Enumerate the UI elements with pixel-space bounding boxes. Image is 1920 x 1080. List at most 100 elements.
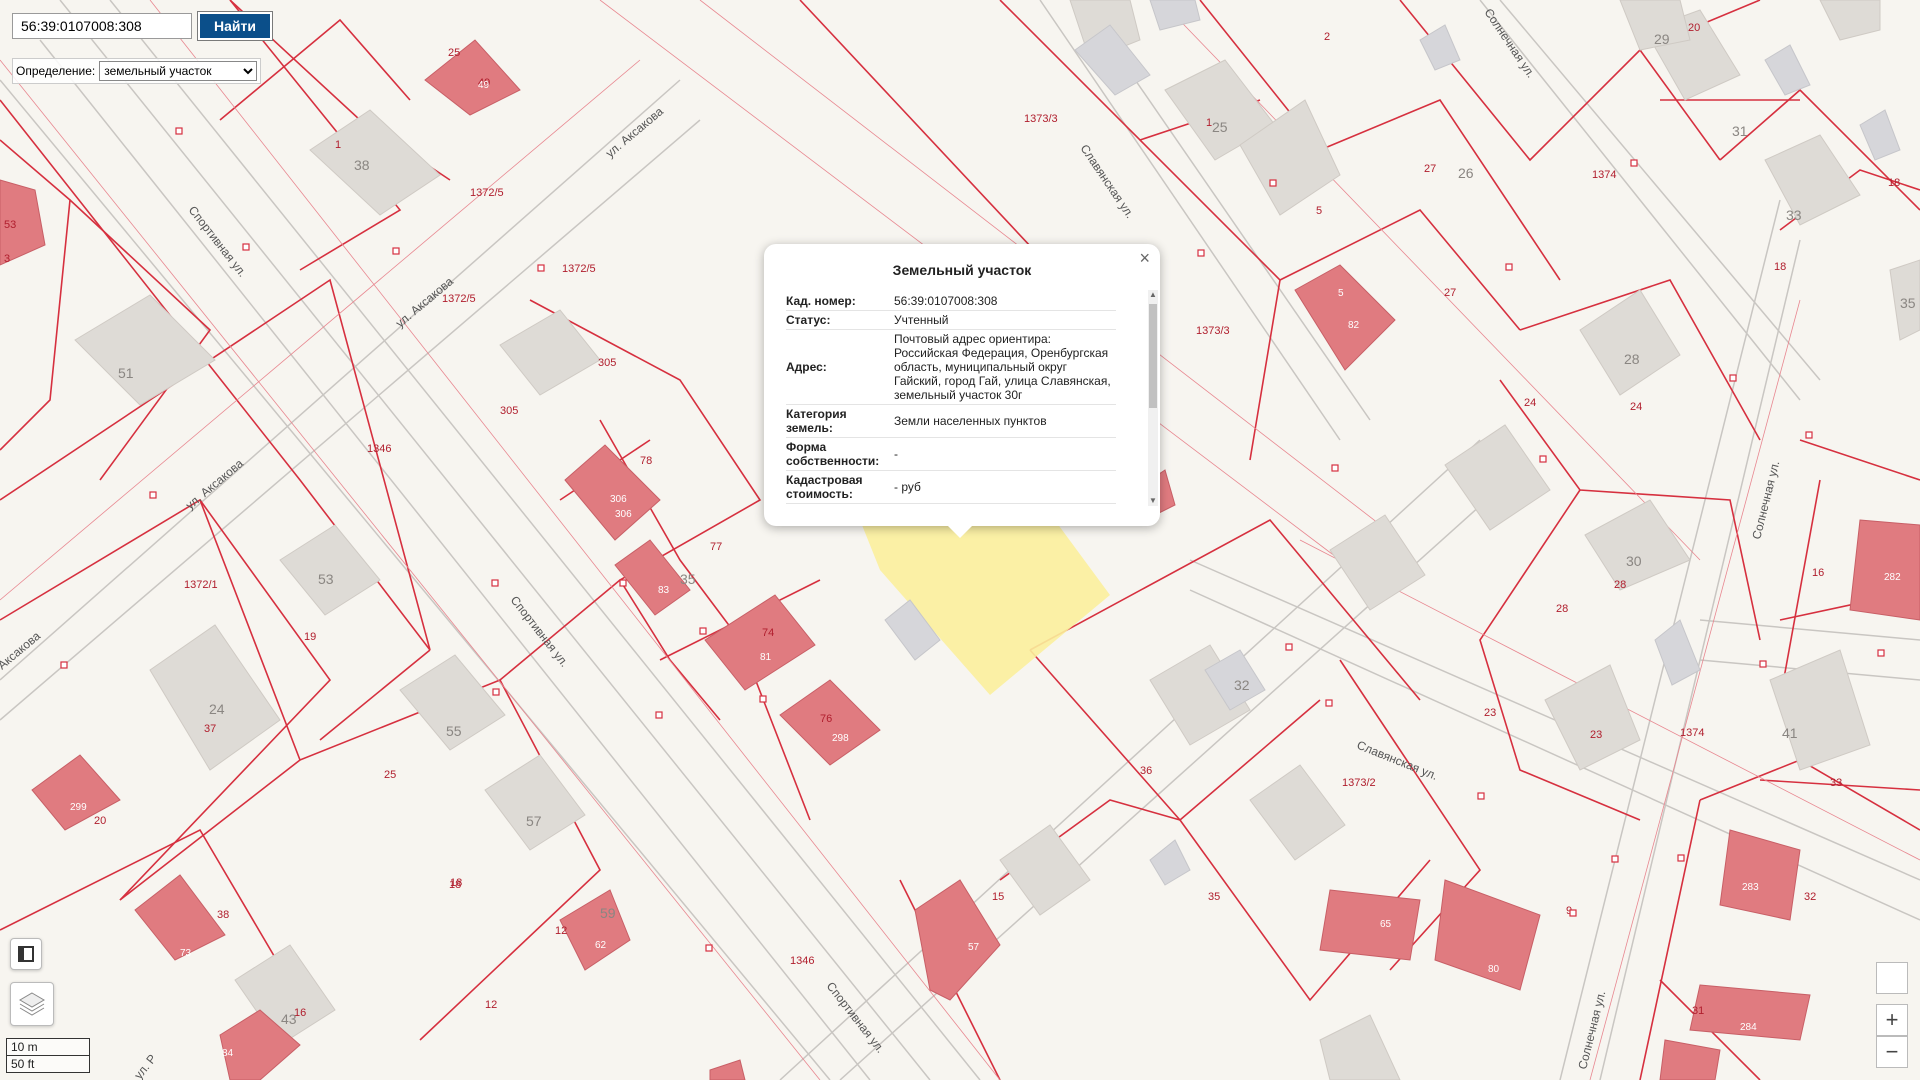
table-row: Кадастровая стоимость: - руб <box>786 470 1116 504</box>
svg-text:24: 24 <box>209 701 225 717</box>
svg-text:18: 18 <box>1774 261 1786 273</box>
popup-scrollbar[interactable]: ▲ ▼ <box>1148 290 1158 506</box>
svg-text:1372/5: 1372/5 <box>442 293 476 305</box>
svg-text:25: 25 <box>448 47 460 59</box>
row-key: Кадастровая стоимость: <box>786 470 890 504</box>
svg-text:12: 12 <box>485 999 497 1011</box>
svg-text:25: 25 <box>384 769 396 781</box>
svg-text:37: 37 <box>204 723 216 735</box>
svg-text:299: 299 <box>70 802 87 813</box>
svg-text:41: 41 <box>1782 725 1798 741</box>
svg-text:305: 305 <box>500 405 518 417</box>
svg-text:1373/3: 1373/3 <box>1196 325 1230 337</box>
svg-text:73: 73 <box>180 948 192 959</box>
svg-text:28: 28 <box>1624 351 1640 367</box>
svg-text:32: 32 <box>1234 677 1250 693</box>
svg-text:82: 82 <box>1348 320 1360 331</box>
zoom-out-button[interactable]: − <box>1876 1036 1908 1068</box>
svg-text:306: 306 <box>610 494 627 505</box>
svg-text:23: 23 <box>1590 729 1602 741</box>
svg-text:38: 38 <box>354 157 370 173</box>
svg-text:38: 38 <box>217 909 229 921</box>
svg-text:53: 53 <box>4 219 16 231</box>
scale-imperial: 50 ft <box>6 1056 90 1073</box>
search-toolbar: Найти <box>12 12 272 40</box>
row-value: 56:39:0107008:308 <box>890 292 1116 311</box>
svg-text:305: 305 <box>598 357 616 369</box>
row-key: Форма собственности: <box>786 437 890 471</box>
svg-text:36: 36 <box>1140 765 1152 777</box>
parcel-info-table: Кад. номер: 56:39:0107008:308 Статус: Уч… <box>786 292 1116 506</box>
svg-text:284: 284 <box>1740 1022 1757 1033</box>
svg-text:26: 26 <box>1458 165 1474 181</box>
svg-text:51: 51 <box>118 365 134 381</box>
svg-text:49: 49 <box>478 80 490 91</box>
svg-text:84: 84 <box>222 1048 234 1059</box>
svg-text:25: 25 <box>1212 119 1228 135</box>
search-input[interactable] <box>12 13 192 39</box>
row-value <box>890 503 1116 506</box>
legend-icon <box>18 946 34 962</box>
scroll-thumb[interactable] <box>1149 304 1157 408</box>
svg-text:1: 1 <box>335 139 341 151</box>
svg-text:1373/3: 1373/3 <box>1024 113 1058 125</box>
svg-text:18: 18 <box>450 877 462 889</box>
svg-text:57: 57 <box>526 813 542 829</box>
definition-select[interactable]: земельный участок <box>99 61 258 81</box>
table-row: Адрес: Почтовый адрес ориентира: Российс… <box>786 329 1116 405</box>
svg-text:23: 23 <box>1484 707 1496 719</box>
svg-text:35: 35 <box>1900 295 1916 311</box>
svg-text:16: 16 <box>1812 567 1824 579</box>
svg-text:35: 35 <box>680 571 696 587</box>
svg-text:1372/5: 1372/5 <box>470 187 504 199</box>
table-row: Форма собственности: - <box>786 437 1116 471</box>
svg-text:33: 33 <box>1786 207 1802 223</box>
row-key: Уточненная <box>786 503 890 506</box>
svg-text:78: 78 <box>640 455 652 467</box>
svg-text:59: 59 <box>600 905 616 921</box>
cadastral-map[interactable]: 25491 5331372/5 1372/51372/51372/1 13461… <box>0 0 1920 1080</box>
legend-button[interactable] <box>10 938 42 970</box>
svg-text:306: 306 <box>615 509 632 520</box>
svg-text:5: 5 <box>1338 288 1344 299</box>
layers-button[interactable] <box>10 982 54 1026</box>
svg-text:80: 80 <box>1488 964 1500 975</box>
svg-text:30: 30 <box>1626 553 1642 569</box>
svg-text:27: 27 <box>1444 287 1456 299</box>
scroll-up-icon[interactable]: ▲ <box>1148 290 1158 300</box>
svg-text:24: 24 <box>1524 397 1536 409</box>
svg-text:1372/5: 1372/5 <box>562 263 596 275</box>
table-row: Категория земель: Земли населенных пункт… <box>786 404 1116 438</box>
svg-text:2: 2 <box>1324 31 1330 43</box>
find-button[interactable]: Найти <box>198 12 272 40</box>
svg-text:62: 62 <box>595 940 607 951</box>
row-key: Категория земель: <box>786 404 890 438</box>
table-row: Статус: Учтенный <box>786 310 1116 330</box>
row-value: - руб <box>890 470 1116 504</box>
fullscreen-button[interactable] <box>1876 962 1908 994</box>
scale-bar: 10 m 50 ft <box>6 1038 90 1073</box>
close-icon[interactable]: × <box>1139 248 1150 269</box>
svg-text:18: 18 <box>1888 177 1900 189</box>
svg-text:27: 27 <box>1424 163 1436 175</box>
scroll-down-icon[interactable]: ▼ <box>1148 496 1158 506</box>
svg-text:1346: 1346 <box>790 955 814 967</box>
layers-icon <box>19 992 45 1016</box>
svg-text:28: 28 <box>1556 603 1568 615</box>
svg-text:32: 32 <box>1804 891 1816 903</box>
svg-text:31: 31 <box>1692 1005 1704 1017</box>
svg-text:31: 31 <box>1732 123 1748 139</box>
svg-text:57: 57 <box>968 942 980 953</box>
svg-text:20: 20 <box>94 815 106 827</box>
svg-text:1374: 1374 <box>1592 169 1616 181</box>
svg-text:77: 77 <box>710 541 722 553</box>
definition-label: Определение: <box>16 64 96 78</box>
svg-text:1374: 1374 <box>1680 727 1704 739</box>
zoom-in-button[interactable]: + <box>1876 1004 1908 1036</box>
row-key: Статус: <box>786 310 890 330</box>
svg-text:74: 74 <box>762 627 774 639</box>
svg-text:282: 282 <box>1884 572 1901 583</box>
svg-text:43: 43 <box>281 1011 297 1027</box>
row-key: Кад. номер: <box>786 292 890 311</box>
popup-title: Земельный участок <box>892 262 1032 278</box>
